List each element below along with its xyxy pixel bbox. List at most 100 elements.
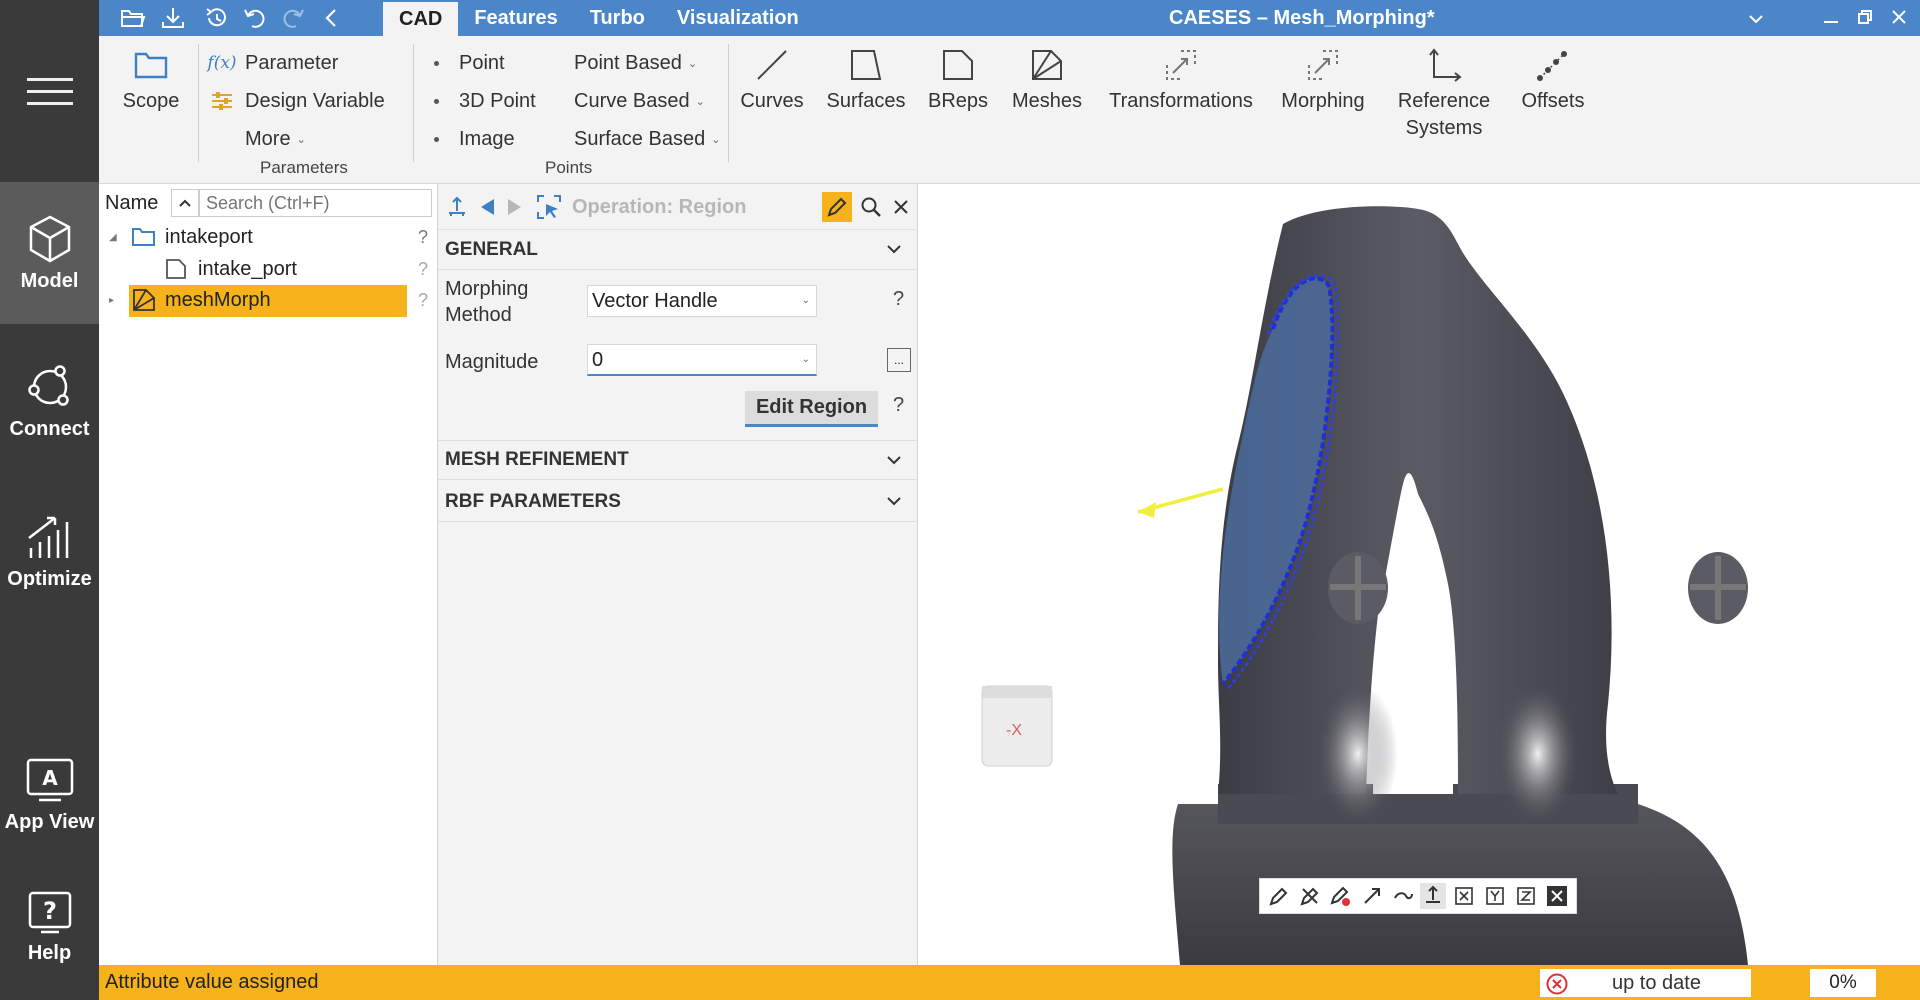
nav-help[interactable]: ? Help [0,890,99,965]
image-button[interactable]: Image [434,124,515,154]
ellipsis-button[interactable]: ... [887,348,911,372]
anchor-icon[interactable] [1420,883,1447,909]
tree-item-intake-port[interactable]: intake_port ? [99,254,438,284]
zoom-button[interactable] [856,192,886,222]
close-toolbar-icon[interactable] [1544,883,1570,909]
close-icon[interactable] [1892,8,1906,29]
tab-turbo[interactable]: Turbo [574,0,661,36]
ribbon-separator [728,44,729,162]
svg-text:A: A [42,766,58,790]
svg-text:?: ? [43,897,57,925]
magnitude-label: Magnitude [445,351,539,373]
title-bar: CAD Features Turbo Visualization CAESES … [99,0,1920,36]
select-button[interactable] [534,192,564,222]
chevron-down-icon[interactable] [1748,8,1764,29]
tree-search-input[interactable] [199,189,432,217]
anchor-button[interactable] [442,192,472,222]
more-dropdown[interactable]: More ⌄ [245,124,306,154]
surfaces-button[interactable]: Surfaces [825,42,907,115]
offsets-label: Offsets [1521,90,1585,112]
save-button[interactable] [155,0,191,36]
name-column-header[interactable]: Name [105,192,158,215]
help-icon[interactable]: ? [418,259,428,280]
box-z-icon[interactable] [1513,883,1539,909]
morphing-method-value: Vector Handle [592,290,718,312]
scope-button[interactable]: Scope [117,42,185,115]
tree-item-intakeport[interactable]: ◢ intakeport ? [99,222,438,252]
surface-based-dropdown[interactable]: Surface Based ⌄ [574,124,720,154]
open-button[interactable] [115,0,151,36]
bullet-icon [434,98,439,104]
edit-pencil-button[interactable] [822,192,852,222]
offset-icon [1537,51,1567,81]
update-status-text: up to date [1612,971,1701,994]
reference-systems-button[interactable]: Reference Systems [1389,42,1499,142]
status-message: Attribute value assigned [105,971,319,993]
curve-based-dropdown[interactable]: Curve Based ⌄ [574,86,705,116]
tab-visualization[interactable]: Visualization [661,0,815,36]
folder-icon [131,224,157,250]
morphing-button[interactable]: Morphing [1275,42,1371,115]
forward-button[interactable] [500,192,530,222]
group-label-points: Points [545,158,593,177]
point-button[interactable]: Point [434,48,505,78]
pencil-remove-icon[interactable] [1328,883,1354,909]
tree-item-meshmorph[interactable]: ▸ meshMorph ? [99,285,438,317]
transformations-label: Transformations [1109,90,1253,112]
pencil-cut-icon[interactable] [1297,883,1323,909]
tab-cad[interactable]: CAD [383,2,459,36]
section-rbf-parameters[interactable]: RBF PARAMETERS [438,482,918,522]
design-variable-button[interactable]: Design Variable [207,86,385,116]
box-y-icon[interactable] [1482,883,1508,909]
history-button[interactable] [199,0,235,36]
parameter-button[interactable]: f(x) Parameter [207,48,338,78]
pencil-icon[interactable] [1266,883,1292,909]
link-icon[interactable] [1390,883,1416,909]
restore-icon[interactable] [1858,8,1872,29]
close-panel-button[interactable] [886,192,916,222]
section-rbf-parameters-title: RBF PARAMETERS [445,490,621,512]
minimize-icon[interactable] [1824,8,1838,29]
point-based-dropdown[interactable]: Point Based ⌄ [574,48,697,78]
curves-button[interactable]: Curves [737,42,807,115]
box-x-icon[interactable] [1451,883,1477,909]
nav-connect[interactable]: Connect [0,362,99,441]
expand-icon[interactable]: ▸ [109,295,114,306]
tab-features[interactable]: Features [458,0,573,36]
undo-button[interactable] [237,0,273,36]
back-button[interactable] [472,192,502,222]
magnitude-input[interactable]: 0 ⌄ [587,344,817,376]
chevron-down-icon: ⌄ [296,133,306,146]
help-icon[interactable]: ? [893,288,904,311]
intake-port-model[interactable] [918,184,1920,965]
arrow-icon[interactable] [1359,883,1385,909]
back-button[interactable] [313,0,349,36]
transformations-button[interactable]: Transformations [1105,42,1257,115]
section-mesh-refinement[interactable]: MESH REFINEMENT [438,440,918,480]
nav-cube-label[interactable]: -X [1006,722,1022,740]
tree-item-label: meshMorph [165,288,271,311]
collapse-icon[interactable]: ◢ [109,232,117,243]
nav-app-view[interactable]: A App View [0,757,99,834]
point3d-button[interactable]: 3D Point [434,86,536,116]
section-general[interactable]: GENERAL [438,230,918,270]
offsets-button[interactable]: Offsets [1515,42,1591,115]
update-status[interactable]: up to date [1540,969,1751,997]
edit-region-button[interactable]: Edit Region [745,391,878,427]
help-icon[interactable]: ? [418,227,428,248]
reference-systems-label-line1: Reference [1397,90,1491,112]
3d-viewport[interactable]: -X [918,184,1920,965]
redo-button[interactable] [275,0,311,36]
meshes-label: Meshes [1011,90,1083,112]
nav-optimize[interactable]: Optimize [0,512,99,591]
download-icon [162,8,184,28]
morphing-method-select[interactable]: Vector Handle ⌄ [587,285,817,317]
menu-button[interactable] [0,0,99,182]
help-icon[interactable]: ? [418,290,428,311]
meshes-button[interactable]: Meshes [1007,42,1087,115]
nav-model[interactable]: Model [0,182,99,324]
reference-systems-label-line2: Systems [1405,117,1483,139]
breps-button[interactable]: BReps [925,42,991,115]
sort-button[interactable] [171,189,199,217]
help-icon[interactable]: ? [893,394,904,417]
